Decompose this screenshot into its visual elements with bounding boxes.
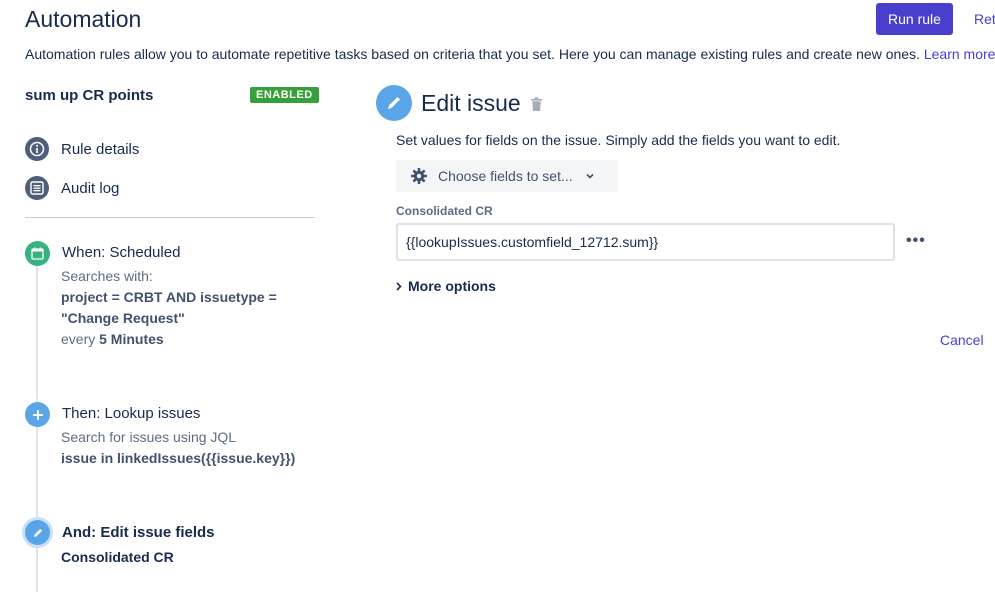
step-edit-title[interactable]: And: Edit issue fields — [62, 524, 215, 541]
chevron-down-icon — [585, 171, 595, 181]
divider — [25, 217, 315, 218]
plus-icon — [25, 402, 50, 427]
step-lookup-title[interactable]: Then: Lookup issues — [62, 405, 200, 422]
pencil-icon — [25, 520, 50, 545]
nav-rule-details-label: Rule details — [61, 140, 140, 158]
rule-name: sum up CR points — [25, 87, 154, 104]
panel-description: Set values for fields on the issue. Simp… — [396, 132, 841, 148]
step-edit-details: Consolidated CR — [61, 547, 174, 568]
step-lookup-details: Search for issues using JQL issue in lin… — [61, 427, 331, 469]
choose-fields-label: Choose fields to set... — [438, 168, 573, 184]
consolidated-cr-input[interactable]: {{lookupIssues.customfield_12712.sum}} — [396, 223, 895, 261]
page-title: Automation — [25, 6, 142, 32]
step-edit-field: Consolidated CR — [61, 549, 174, 565]
nav-rule-details[interactable]: Rule details — [25, 137, 139, 161]
chevron-right-icon — [396, 281, 402, 291]
more-actions-icon[interactable]: ••• — [906, 232, 926, 250]
step-lookup[interactable] — [25, 402, 50, 427]
step-trigger-line: Searches with: — [61, 268, 153, 284]
step-lookup-jql: issue in linkedIssues({{issue.key}}) — [61, 450, 296, 466]
panel-title: Edit issue — [421, 90, 521, 116]
field-label: Consolidated CR — [396, 204, 493, 218]
return-link[interactable]: Ret — [974, 11, 995, 27]
step-trigger-details: Searches with: project = CRBT AND issuet… — [61, 266, 321, 350]
cancel-button[interactable]: Cancel — [940, 332, 984, 348]
status-badge: ENABLED — [250, 87, 319, 103]
step-trigger-schedule: every 5 Minutes — [61, 329, 321, 350]
step-trigger-jql-2: "Change Request" — [61, 310, 185, 326]
step-edit[interactable] — [25, 520, 50, 545]
list-icon — [25, 176, 49, 200]
step-trigger-jql-1: project = CRBT AND issuetype = — [61, 289, 277, 305]
nav-audit-log[interactable]: Audit log — [25, 176, 119, 200]
more-options-label: More options — [408, 278, 496, 294]
step-trigger[interactable] — [25, 241, 50, 266]
run-rule-button[interactable]: Run rule — [876, 3, 953, 35]
edit-issue-icon — [376, 85, 412, 121]
trash-icon[interactable] — [530, 97, 543, 117]
calendar-icon — [25, 241, 50, 266]
gear-icon — [410, 167, 428, 185]
info-icon — [25, 137, 49, 161]
learn-more-link[interactable]: Learn more — [924, 46, 995, 62]
step-lookup-line: Search for issues using JQL — [61, 429, 237, 445]
step-trigger-title[interactable]: When: Scheduled — [62, 244, 180, 261]
more-options-toggle[interactable]: More options — [396, 278, 496, 294]
page-description: Automation rules allow you to automate r… — [25, 46, 995, 62]
nav-audit-log-label: Audit log — [61, 179, 120, 197]
interval-value: 5 Minutes — [99, 331, 164, 347]
choose-fields-dropdown[interactable]: Choose fields to set... — [396, 160, 618, 192]
every-label: every — [61, 331, 96, 347]
description-text: Automation rules allow you to automate r… — [25, 46, 920, 62]
